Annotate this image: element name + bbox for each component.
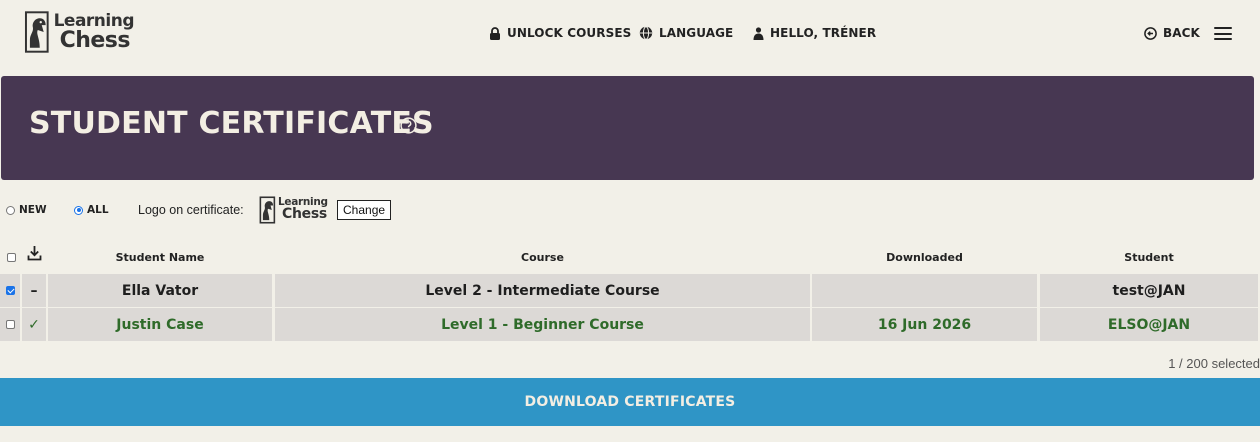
logo-on-certificate-label: Logo on certificate:	[138, 203, 244, 217]
nav-unlock-label: UNLOCK COURSES	[507, 26, 632, 40]
download-status-mark: –	[30, 282, 38, 299]
download-certificates-button[interactable]: DOWNLOAD CERTIFICATES	[0, 378, 1260, 426]
nav-unlock-courses[interactable]: UNLOCK COURSES	[489, 24, 631, 42]
brand-logo[interactable]: Learning Chess	[24, 9, 135, 55]
user-icon	[753, 26, 764, 40]
nav-back[interactable]: BACK	[1144, 24, 1200, 42]
change-logo-button[interactable]: Change	[337, 200, 392, 220]
download-status-mark: ✓	[28, 316, 40, 333]
row-select-checkbox[interactable]	[5, 320, 15, 329]
logo-word-learning: Learning	[53, 10, 135, 31]
certificate-logo-preview: Learning Chess	[259, 196, 331, 224]
column-header-student[interactable]: Student	[1040, 251, 1258, 264]
nav-user[interactable]: HELLO, TRÉNER	[753, 24, 876, 42]
downloaded-cell	[812, 274, 1037, 307]
column-header-course[interactable]: Course	[275, 251, 810, 264]
filter-all-radio[interactable]: ALL	[74, 204, 109, 216]
selection-count: 1 / 200 selected	[1168, 356, 1260, 371]
table-row[interactable]: ✓ Justin Case Level 1 - Beginner Course …	[0, 308, 1260, 341]
globe-icon	[639, 26, 653, 40]
filter-new-radio[interactable]: NEW	[6, 204, 47, 216]
student-name-cell: Ella Vator	[48, 274, 272, 307]
mini-logo-word-chess: Chess	[282, 206, 327, 223]
table-header-row: Student Name Course Downloaded Student	[0, 242, 1260, 272]
top-bar: Learning Chess UNLOCK COURSES LANGUAGE H…	[0, 0, 1260, 66]
nav-language-label: LANGUAGE	[659, 26, 734, 40]
chess-knight-icon	[24, 11, 49, 53]
downloaded-cell: 16 Jun 2026	[812, 308, 1037, 341]
student-cell: ELSO@JAN	[1040, 308, 1258, 341]
row-select-checkbox[interactable]	[5, 286, 15, 295]
chess-knight-icon	[259, 196, 276, 224]
help-icon[interactable]	[400, 117, 417, 134]
nav-user-label: HELLO, TRÉNER	[770, 26, 877, 40]
radio-dot-selected[interactable]	[74, 205, 83, 215]
back-arrow-icon	[1144, 26, 1157, 40]
course-cell: Level 2 - Intermediate Course	[275, 274, 810, 307]
filter-all-label: ALL	[87, 204, 109, 216]
page-title: STUDENT CERTIFICATES	[29, 106, 434, 141]
nav-back-label: BACK	[1163, 26, 1200, 40]
nav-language[interactable]: LANGUAGE	[639, 24, 733, 42]
student-name-cell: Justin Case	[48, 308, 272, 341]
column-header-student-name[interactable]: Student Name	[48, 251, 272, 264]
hamburger-menu-icon[interactable]	[1214, 27, 1232, 40]
filter-new-label: NEW	[19, 204, 47, 216]
column-header-downloaded[interactable]: Downloaded	[812, 251, 1037, 264]
table-row[interactable]: – Ella Vator Level 2 - Intermediate Cour…	[0, 274, 1260, 307]
logo-word-chess: Chess	[59, 27, 131, 53]
lock-icon	[490, 26, 500, 40]
student-cell: test@JAN	[1040, 274, 1258, 307]
filter-row: NEW ALL Logo on certificate: Learning Ch…	[0, 196, 600, 224]
download-icon[interactable]	[27, 245, 42, 261]
course-cell: Level 1 - Beginner Course	[275, 308, 810, 341]
radio-dot[interactable]	[6, 205, 15, 215]
select-all-checkbox[interactable]	[7, 253, 16, 262]
